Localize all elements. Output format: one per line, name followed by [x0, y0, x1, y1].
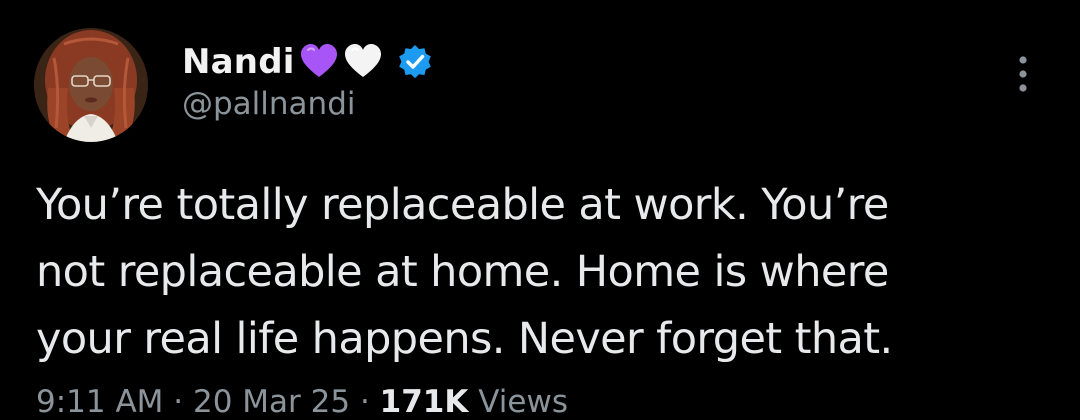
tweet-text-line: not replaceable at home. Home is where [36, 247, 889, 297]
purple-heart-emoji [299, 42, 339, 82]
tweet-text-line: your real life happens. Never forget tha… [36, 314, 893, 364]
verified-badge-icon[interactable] [397, 44, 433, 80]
tweet-meta: 9:11 AM · 20 Mar 25 · 171K Views [36, 384, 568, 420]
tweet-time[interactable]: 9:11 AM [36, 384, 163, 420]
views-label: Views [478, 384, 568, 420]
tweet-text: You’re totally replaceable at work. You’… [36, 172, 1036, 373]
white-heart-emoji [343, 42, 383, 82]
author-name-row: Nandi [182, 38, 433, 86]
author-avatar[interactable] [34, 28, 148, 142]
meta-separator: · [173, 384, 184, 420]
views-count: 171K [379, 384, 469, 420]
author-handle[interactable]: @pallnandi [182, 86, 355, 122]
author-display-name[interactable]: Nandi [182, 42, 295, 82]
meta-separator: · [359, 384, 370, 420]
tweet: Nandi @pallnandi You’re totally replacea… [0, 0, 1080, 420]
tweet-date[interactable]: 20 Mar 25 [193, 384, 350, 420]
avatar-image [34, 28, 148, 142]
tweet-text-line: You’re totally replaceable at work. You’… [36, 180, 889, 230]
more-options-icon[interactable] [1008, 52, 1038, 96]
